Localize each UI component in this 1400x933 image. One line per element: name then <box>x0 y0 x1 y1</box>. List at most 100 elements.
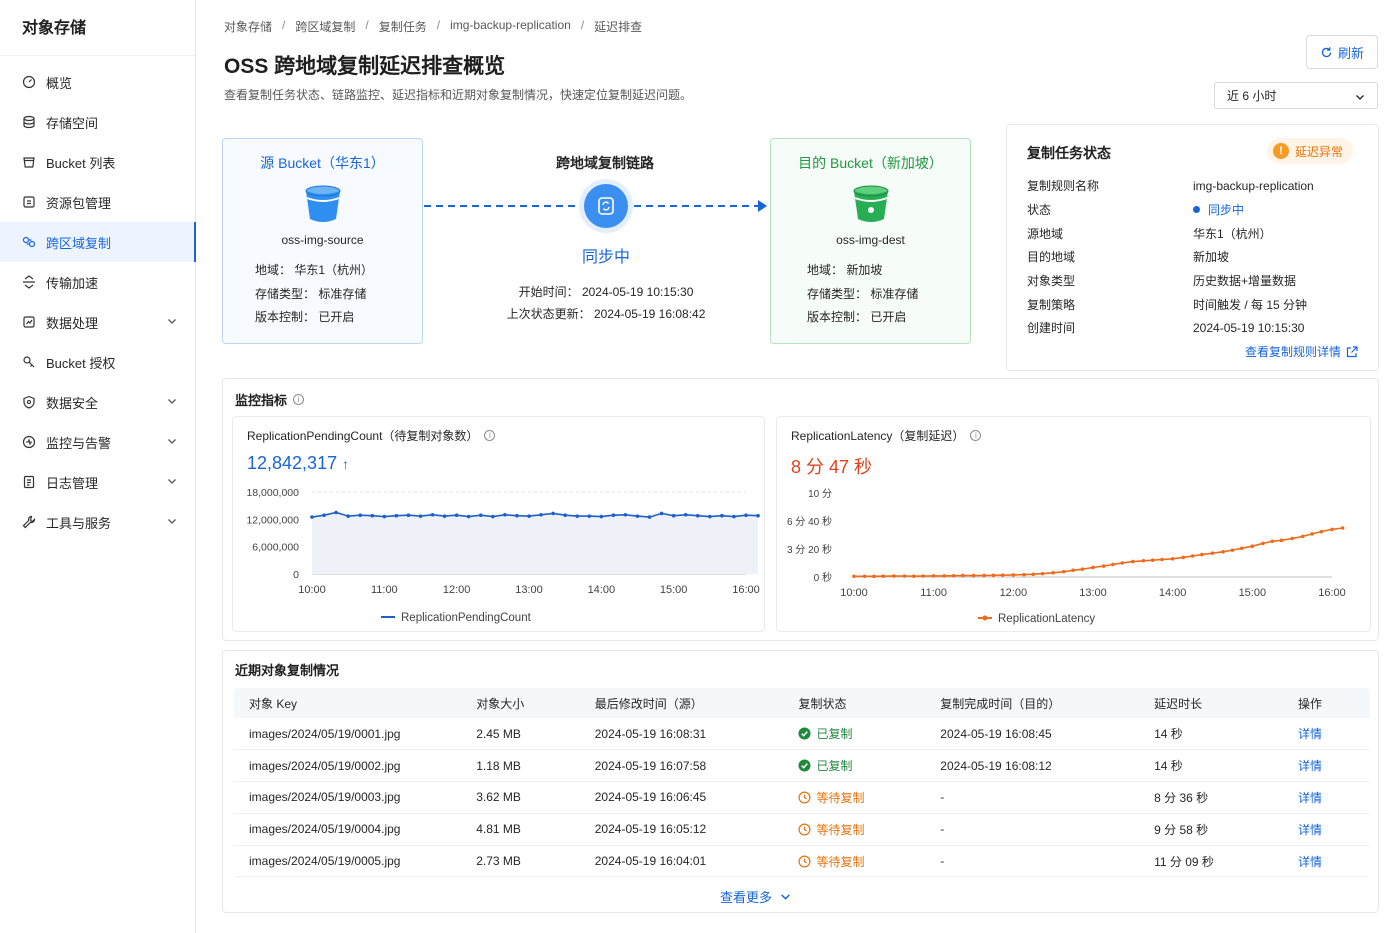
sidebar-item-shield[interactable]: 数据安全 <box>0 382 195 422</box>
dest-bucket-name: oss-img-dest <box>836 233 905 247</box>
object-key: images/2024/05/19/0002.jpg <box>234 749 477 783</box>
info-icon[interactable]: i <box>484 430 496 441</box>
clock-icon <box>798 823 811 836</box>
data-point <box>1101 564 1106 568</box>
delay-duration: 14 秒 <box>1154 718 1298 751</box>
data-point <box>971 573 976 578</box>
sidebar-item-dashboard[interactable]: 概览 <box>0 62 195 102</box>
data-point <box>575 514 580 518</box>
data-point <box>708 514 712 519</box>
rule-detail-link[interactable]: 查看复制规则详情 <box>1245 343 1358 360</box>
data-point <box>430 512 435 517</box>
breadcrumb-item[interactable]: 跨区域复制 <box>295 18 355 35</box>
x-tick-label: 15:00 <box>1239 587 1267 599</box>
detail-link[interactable]: 详情 <box>1298 759 1322 773</box>
data-point <box>911 574 916 578</box>
replication-status: 已复制 <box>798 718 941 751</box>
detail-link[interactable]: 详情 <box>1298 791 1322 805</box>
info-icon[interactable]: i <box>293 394 305 405</box>
view-more-button[interactable]: 查看更多 <box>720 887 791 906</box>
table-header-cell: 最后修改时间（源） <box>594 688 799 718</box>
breadcrumb-item[interactable]: 复制任务 <box>379 18 427 35</box>
task-status-key: 目的地域 <box>1027 250 1076 265</box>
sidebar-item-label: 存储空间 <box>46 115 99 131</box>
object-size: 2.45 MB <box>476 718 595 751</box>
page-title: OSS 跨地域复制延迟排查概览 <box>224 55 506 78</box>
replication-status-label: 已复制 <box>816 727 853 742</box>
data-point <box>1319 529 1324 534</box>
table-header-cell: 复制完成时间（目的） <box>940 688 1155 718</box>
task-status-value: img-backup-replication <box>1193 178 1314 193</box>
completion-time: - <box>940 813 1155 846</box>
sidebar-item-authorization[interactable]: Bucket 授权 <box>0 342 195 382</box>
sidebar-item-replication[interactable]: 跨区域复制 <box>0 222 196 262</box>
breadcrumb: 对象存储 / 跨区域复制 / 复制任务 / img-backup-replicatio… <box>224 18 643 35</box>
detail-link[interactable]: 详情 <box>1298 823 1322 837</box>
pending-value: 12,842,317 <box>247 453 338 473</box>
view-more-label: 查看更多 <box>720 890 773 905</box>
detail-link[interactable]: 详情 <box>1298 855 1322 869</box>
check-circle-icon <box>798 727 811 740</box>
y-tick-label: 6 分 40 秒 <box>787 515 832 528</box>
monitor-title: 监控指标 <box>235 393 288 408</box>
pending-chart-title: ReplicationPendingCount（待复制对象数） <box>247 429 479 443</box>
refresh-icon <box>1321 46 1332 57</box>
breadcrumb-current: 延迟排查 <box>594 20 643 34</box>
x-tick-label: 14:00 <box>1159 587 1187 599</box>
table-row: images/2024/05/19/0004.jpg 4.81 MB 2024-05… <box>234 813 1370 846</box>
dest-bucket-storage: 存储类型： 标准存储 <box>807 286 919 301</box>
data-point <box>1279 538 1284 543</box>
data-point <box>503 512 507 517</box>
data-point <box>382 514 387 519</box>
data-point <box>1300 534 1305 539</box>
data-point <box>394 513 399 518</box>
sidebar-item-acceleration[interactable]: 传输加速 <box>0 262 195 302</box>
task-status-key: 对象类型 <box>1027 274 1076 289</box>
data-point <box>551 511 555 516</box>
data-point <box>942 574 947 578</box>
time-range-select[interactable]: 近 6 小时 <box>1214 82 1378 109</box>
sidebar-item-package[interactable]: 资源包管理 <box>0 182 195 222</box>
data-point <box>647 515 652 519</box>
replication-status-label: 等待复制 <box>816 790 865 805</box>
sidebar-item-log[interactable]: 日志管理 <box>0 462 195 502</box>
sidebar-item-bucket[interactable]: Bucket 列表 <box>0 142 195 182</box>
object-size: 4.81 MB <box>476 813 595 846</box>
sidebar-item-label: 概览 <box>46 75 73 91</box>
breadcrumb-item[interactable]: img-backup-replication <box>450 18 571 35</box>
data-point <box>611 513 616 518</box>
data-point <box>921 574 925 578</box>
detail-link[interactable]: 详情 <box>1298 727 1322 741</box>
data-point <box>961 573 965 578</box>
delay-duration: 11 分 09 秒 <box>1154 845 1298 878</box>
table-row: images/2024/05/19/0003.jpg 3.62 MB 2024-05… <box>234 781 1370 814</box>
sidebar-item-monitor[interactable]: 监控与告警 <box>0 422 195 462</box>
data-point <box>659 511 664 516</box>
chevron-down-icon <box>168 519 176 524</box>
sidebar-item-data-process[interactable]: 数据处理 <box>0 302 195 342</box>
task-status-row: 源地域 华东1（杭州） <box>1027 221 1367 245</box>
check-circle-icon <box>798 759 811 772</box>
table-row: images/2024/05/19/0002.jpg 1.18 MB 2024-05… <box>234 749 1370 783</box>
data-point <box>902 574 907 578</box>
recent-objects-card: 近期对象复制情况 对象 Key 对象大小 最后修改时间（源） 复制状态 复制完成时间（目… <box>222 650 1379 913</box>
legend-marker <box>982 615 988 621</box>
task-status-value: 华东1（杭州） <box>1193 226 1272 241</box>
info-icon[interactable]: i <box>970 430 982 441</box>
clock-icon <box>798 855 811 868</box>
task-status-key: 创建时间 <box>1027 321 1076 336</box>
sidebar-item-storage[interactable]: 存储空间 <box>0 102 195 142</box>
breadcrumb-item[interactable]: 对象存储 <box>224 18 272 35</box>
data-point <box>1210 551 1215 555</box>
modified-time: 2024-05-19 16:05:12 <box>594 813 799 846</box>
x-tick-label: 12:00 <box>1000 587 1028 599</box>
x-tick-label: 10:00 <box>840 587 868 599</box>
data-point <box>862 574 867 579</box>
data-point <box>1022 572 1026 577</box>
task-status-title: 复制任务状态 <box>1027 145 1111 161</box>
refresh-button[interactable]: 刷新 <box>1306 35 1378 69</box>
dest-bucket-region: 地域： 新加坡 <box>807 263 883 277</box>
recent-title: 近期对象复制情况 <box>235 663 340 678</box>
sidebar: 对象存储 概览 存储空间 Bucket 列表 资源包管理 跨区域复制 传输加速 数据处理 Bu… <box>0 0 196 933</box>
sidebar-item-tool[interactable]: 工具与服务 <box>0 502 195 542</box>
